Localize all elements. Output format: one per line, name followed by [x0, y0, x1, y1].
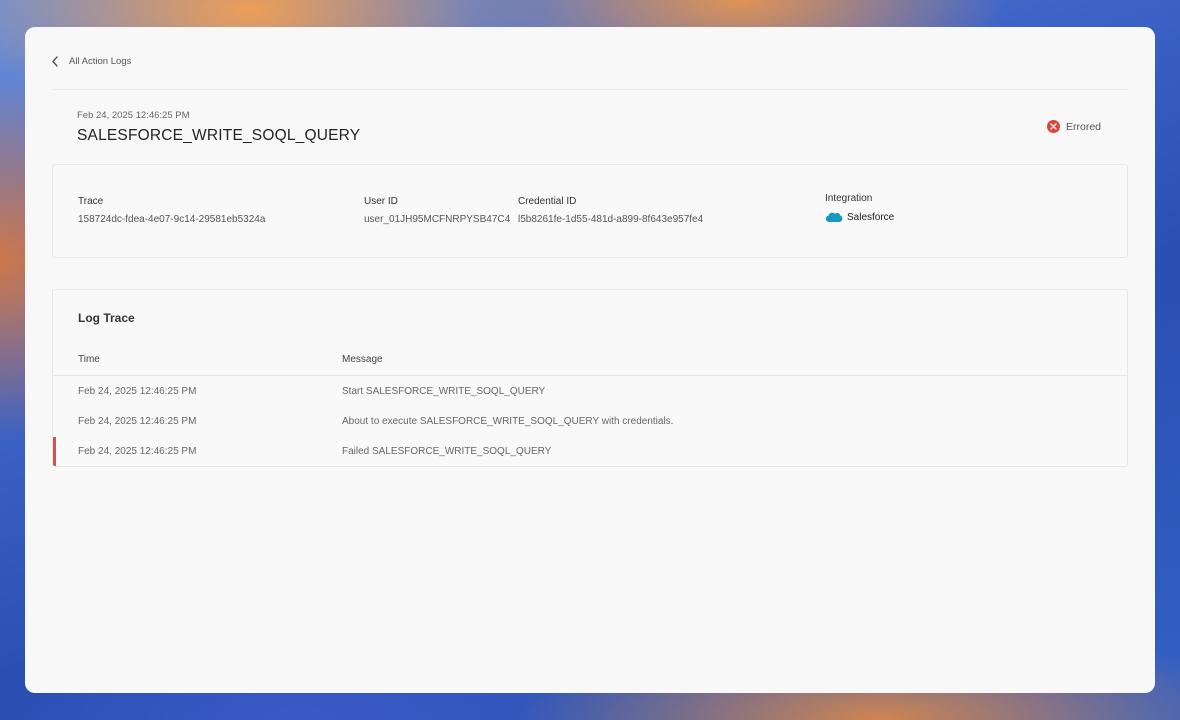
- action-log-window: All Action Logs Feb 24, 2025 12:46:25 PM…: [25, 27, 1155, 693]
- status-label: Errored: [1066, 120, 1102, 133]
- credential-id-field: Credential ID l5b8261fe-1d55-481d-a899-8…: [518, 196, 703, 225]
- back-link-label: All Action Logs: [69, 56, 132, 67]
- salesforce-cloud-icon: [825, 212, 843, 222]
- user-id-field: User ID user_01JH95MCFNRPYSB47C4: [364, 196, 510, 225]
- table-row[interactable]: Feb 24, 2025 12:46:25 PM About to execut…: [53, 407, 1127, 437]
- back-to-action-logs-link[interactable]: All Action Logs: [51, 56, 131, 67]
- credential-id-value[interactable]: l5b8261fe-1d55-481d-a899-8f643e957fe4: [518, 214, 703, 225]
- log-timestamp: Feb 24, 2025 12:46:25 PM: [77, 110, 190, 121]
- log-trace-card: Log Trace Time Message Feb 24, 2025 12:4…: [52, 289, 1128, 467]
- trace-label: Trace: [78, 196, 104, 207]
- status-badge: Errored: [1047, 120, 1101, 133]
- message-column-header: Message: [342, 354, 383, 365]
- table-row-error[interactable]: Feb 24, 2025 12:46:25 PM Failed SALESFOR…: [53, 437, 1127, 466]
- error-icon: [1047, 120, 1060, 133]
- row-message: About to execute SALESFORCE_WRITE_SOQL_Q…: [342, 416, 674, 427]
- row-message: Start SALESFORCE_WRITE_SOQL_QUERY: [342, 386, 546, 397]
- integration-field: Integration Salesforce: [825, 193, 894, 223]
- integration-value[interactable]: Salesforce: [825, 211, 894, 223]
- row-time: Feb 24, 2025 12:46:25 PM: [78, 386, 197, 397]
- row-time: Feb 24, 2025 12:46:25 PM: [78, 416, 197, 427]
- integration-label: Integration: [825, 193, 873, 204]
- trace-value[interactable]: 158724dc-fdea-4e07-9c14-29581eb5324a: [78, 214, 265, 225]
- row-time: Feb 24, 2025 12:46:25 PM: [78, 446, 197, 457]
- credential-id-label: Credential ID: [518, 196, 577, 207]
- row-message: Failed SALESFORCE_WRITE_SOQL_QUERY: [342, 446, 552, 457]
- log-trace-title: Log Trace: [78, 311, 135, 325]
- details-card: Trace 158724dc-fdea-4e07-9c14-29581eb532…: [52, 164, 1128, 258]
- table-row[interactable]: Feb 24, 2025 12:46:25 PM Start SALESFORC…: [53, 377, 1127, 407]
- log-table-header: Time Message: [53, 346, 1127, 376]
- user-id-value[interactable]: user_01JH95MCFNRPYSB47C4: [364, 214, 510, 225]
- user-id-label: User ID: [364, 196, 398, 207]
- page-title: SALESFORCE_WRITE_SOQL_QUERY: [77, 127, 361, 144]
- trace-field: Trace 158724dc-fdea-4e07-9c14-29581eb532…: [78, 196, 265, 225]
- integration-name: Salesforce: [847, 211, 895, 223]
- divider: [52, 89, 1128, 90]
- chevron-left-icon: [52, 56, 58, 67]
- time-column-header: Time: [78, 354, 100, 365]
